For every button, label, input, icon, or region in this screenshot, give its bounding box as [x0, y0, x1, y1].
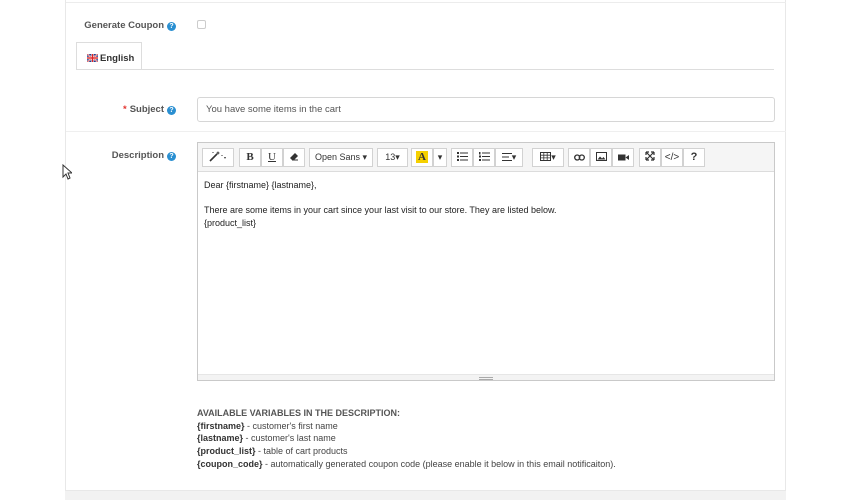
tab-english[interactable]: English — [76, 42, 142, 70]
available-variables: AVAILABLE VARIABLES IN THE DESCRIPTION: … — [197, 407, 616, 471]
caret-down-icon: ▾ — [362, 152, 368, 162]
rich-text-editor: B U Open Sans ▾ 13▾ A ▾ ▾ ▾ </> ? Dear {… — [197, 142, 775, 381]
help-icon[interactable]: ? — [167, 106, 176, 115]
magic-wand-icon — [209, 151, 226, 162]
variables-heading: AVAILABLE VARIABLES IN THE DESCRIPTION: — [197, 408, 401, 418]
bold-button[interactable]: B — [239, 148, 261, 167]
subject-input[interactable]: You have some items in the cart — [197, 97, 775, 122]
generate-coupon-checkbox[interactable] — [197, 20, 206, 29]
editor-toolbar: B U Open Sans ▾ 13▾ A ▾ ▾ ▾ </> ? — [198, 143, 774, 172]
unordered-list-button[interactable] — [451, 148, 473, 167]
description-label: Description? — [56, 150, 176, 161]
mouse-cursor-icon — [62, 164, 72, 180]
table-icon — [540, 152, 552, 161]
subject-label: * Subject? — [56, 104, 176, 115]
fullscreen-icon — [645, 151, 655, 161]
form-panel: Generate Coupon? English * Subject? You h… — [65, 0, 786, 491]
ordered-list-icon — [478, 152, 490, 161]
paragraph-align-dropdown[interactable]: ▾ — [495, 148, 523, 167]
required-mark: * — [122, 104, 127, 115]
picture-icon — [595, 152, 607, 161]
generate-coupon-label: Generate Coupon? — [56, 20, 176, 31]
grip-icon — [479, 377, 493, 378]
help-button[interactable]: ? — [683, 148, 705, 167]
variable-item: {firstname} - customer's first name — [197, 420, 338, 431]
eraser-icon — [290, 153, 298, 161]
variable-item: {product_list} - table of cart products — [197, 446, 348, 457]
clear-format-button[interactable] — [283, 148, 305, 167]
caret-down-icon: ▾ — [551, 152, 556, 162]
editor-line: Dear {firstname} {lastname}, — [204, 180, 317, 190]
video-icon — [617, 154, 629, 161]
unordered-list-icon — [456, 152, 468, 161]
editor-content[interactable]: Dear {firstname} {lastname}, There are s… — [204, 179, 556, 229]
style-button[interactable] — [202, 148, 234, 167]
text-color-button[interactable]: A — [411, 148, 433, 167]
editor-line — [204, 192, 556, 205]
code-view-icon: </> — [664, 152, 680, 163]
fullscreen-button[interactable] — [639, 148, 661, 167]
link-button[interactable] — [568, 148, 590, 167]
caret-down-icon: ▾ — [395, 152, 400, 162]
editor-line: {product_list} — [204, 217, 257, 228]
code-view-button[interactable]: </> — [661, 148, 683, 167]
table-dropdown[interactable]: ▾ — [532, 148, 564, 167]
underline-button[interactable]: U — [261, 148, 283, 167]
link-icon — [573, 154, 585, 161]
caret-down-icon: ▾ — [511, 152, 517, 162]
help-icon[interactable]: ? — [167, 152, 176, 161]
help-icon: ? — [690, 151, 698, 163]
font-size-dropdown[interactable]: 13▾ — [377, 148, 408, 167]
picture-button[interactable] — [590, 148, 612, 167]
variable-item: {coupon_code} - automatically generated … — [197, 458, 616, 469]
variable-item: {lastname} - customer's last name — [197, 433, 336, 444]
align-icon — [501, 153, 512, 161]
editor-line: There are some items in your cart since … — [204, 205, 557, 215]
uk-flag-icon — [87, 54, 98, 62]
video-button[interactable] — [612, 148, 634, 167]
font-family-dropdown[interactable]: Open Sans ▾ — [309, 148, 373, 167]
editor-resize-handle[interactable] — [198, 374, 774, 380]
ordered-list-button[interactable] — [473, 148, 495, 167]
caret-down-icon: ▾ — [437, 152, 443, 162]
text-color-dropdown[interactable]: ▾ — [433, 148, 447, 167]
help-icon[interactable]: ? — [167, 22, 176, 31]
page-background — [0, 0, 64, 500]
page-bottom — [65, 491, 786, 500]
